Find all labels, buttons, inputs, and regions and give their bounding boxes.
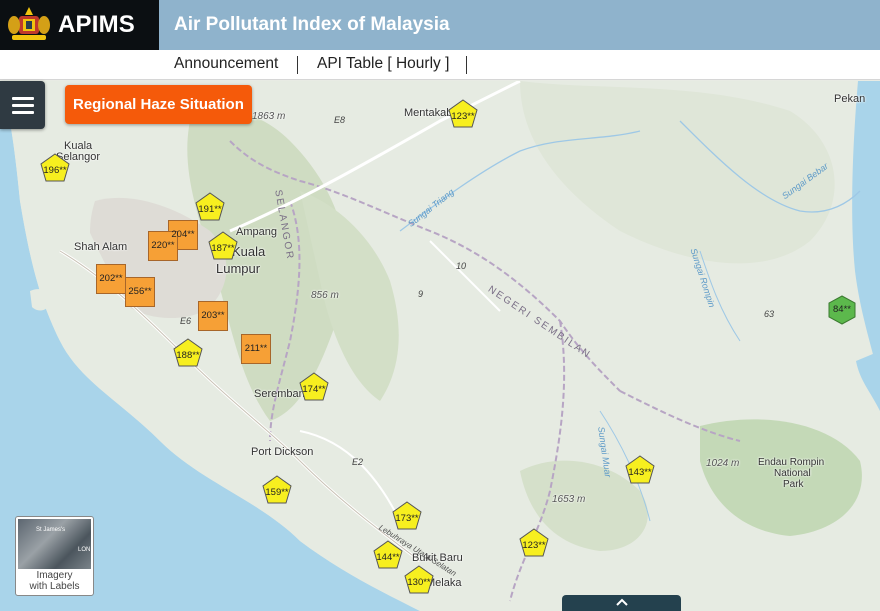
nav-api-table[interactable]: API Table [ Hourly ] xyxy=(317,55,449,73)
api-value: 211** xyxy=(244,343,268,355)
place-port-dickson: Port Dickson xyxy=(251,446,314,458)
api-value: 143** xyxy=(628,466,652,478)
map-view[interactable]: Kuala Selangor Shah Alam Ampang Kuala Lu… xyxy=(0,81,880,611)
api-value: 130** xyxy=(407,576,431,588)
basemap-label: Imagery with Labels xyxy=(18,570,91,592)
api-marker-unhealthy[interactable]: 188** xyxy=(173,338,203,367)
api-value: 188** xyxy=(176,349,200,361)
nav-divider xyxy=(297,56,298,74)
api-marker-very-unhealthy[interactable]: 203** xyxy=(198,301,228,331)
place-shah-alam: Shah Alam xyxy=(74,241,128,253)
thumbnail-label: LON xyxy=(78,547,91,553)
brand-name: APIMS xyxy=(58,11,136,38)
api-value: 204** xyxy=(171,229,195,241)
api-marker-unhealthy[interactable]: 144** xyxy=(373,540,403,569)
road-label: E6 xyxy=(180,316,192,326)
api-value: 159** xyxy=(265,486,289,498)
road-label: 63 xyxy=(764,309,775,319)
road-label: 9 xyxy=(418,289,424,299)
menu-bar xyxy=(11,96,34,100)
api-marker-very-unhealthy[interactable]: 211** xyxy=(241,334,271,364)
app-header: APIMS Air Pollutant Index of Malaysia xyxy=(0,0,880,50)
api-value: 220** xyxy=(151,240,175,252)
top-nav: Announcement API Table [ Hourly ] xyxy=(0,50,880,80)
api-marker-unhealthy[interactable]: 123** xyxy=(519,528,549,557)
place-pekan: Pekan xyxy=(834,93,866,105)
menu-bar xyxy=(11,110,34,114)
basemap-label-line: Imagery xyxy=(36,570,73,581)
place-ampang: Ampang xyxy=(236,226,277,238)
api-marker-unhealthy[interactable]: 187** xyxy=(208,231,238,260)
brand-block[interactable]: APIMS xyxy=(0,0,159,50)
regional-haze-button[interactable]: Regional Haze Situation xyxy=(65,85,252,124)
basemap-thumbnail: St James's LON xyxy=(18,519,91,569)
api-value: 84** xyxy=(833,304,851,316)
basemap-label-line: with Labels xyxy=(29,581,80,592)
api-value: 173** xyxy=(395,512,419,524)
elevation-label: 1863 m xyxy=(252,111,286,122)
api-marker-unhealthy[interactable]: 191** xyxy=(195,192,225,221)
place-kuala-lumpur: Lumpur xyxy=(216,261,261,276)
nav-announcement[interactable]: Announcement xyxy=(174,55,278,73)
road-label: E8 xyxy=(334,115,346,125)
api-marker-unhealthy[interactable]: 159** xyxy=(262,475,292,504)
api-value: 123** xyxy=(451,110,475,122)
place-mentakab: Mentakab xyxy=(404,107,453,119)
api-marker-very-unhealthy[interactable]: 256** xyxy=(125,277,155,307)
api-marker-unhealthy[interactable]: 174** xyxy=(299,372,329,401)
elevation-label: 1653 m xyxy=(552,494,586,505)
chevron-up-icon xyxy=(615,598,628,606)
api-marker-unhealthy[interactable]: 143** xyxy=(625,455,655,484)
api-marker-unhealthy[interactable]: 130** xyxy=(404,565,434,594)
elevation-label: 1024 m xyxy=(706,458,740,469)
api-value: 202** xyxy=(99,273,123,285)
api-value: 144** xyxy=(376,551,400,563)
basemap-toggle[interactable]: St James's LON Imagery with Labels xyxy=(15,516,94,596)
api-marker-unhealthy[interactable]: 173** xyxy=(392,501,422,530)
road-label: 10 xyxy=(456,261,467,271)
expand-panel-tab[interactable] xyxy=(562,595,681,611)
api-marker-unhealthy[interactable]: 123** xyxy=(448,99,478,128)
site-title: Air Pollutant Index of Malaysia xyxy=(174,14,450,35)
coat-of-arms-logo xyxy=(0,0,58,50)
api-value: 191** xyxy=(198,203,222,215)
api-marker-unhealthy[interactable]: 196** xyxy=(40,153,70,182)
thumbnail-label: St James's xyxy=(36,527,66,533)
nav-divider xyxy=(466,56,467,74)
api-value: 123** xyxy=(522,539,546,551)
api-value: 256** xyxy=(128,286,152,298)
api-value: 196** xyxy=(43,164,67,176)
api-value: 174** xyxy=(302,383,326,395)
place-seremban: Seremban xyxy=(254,388,305,400)
api-marker-very-unhealthy[interactable]: 202** xyxy=(96,264,126,294)
place-endau-rompin: National xyxy=(774,468,811,479)
place-endau-rompin: Endau Rompin xyxy=(758,457,825,468)
road-label: E2 xyxy=(352,457,364,467)
api-value: 187** xyxy=(211,242,235,254)
hamburger-menu-icon[interactable] xyxy=(0,81,45,129)
map-basemap xyxy=(0,81,880,611)
api-marker-moderate[interactable]: 84** xyxy=(827,295,857,325)
elevation-label: 856 m xyxy=(311,290,339,301)
api-value: 203** xyxy=(201,310,225,322)
place-endau-rompin: Park xyxy=(783,479,804,490)
menu-bar xyxy=(11,103,34,107)
